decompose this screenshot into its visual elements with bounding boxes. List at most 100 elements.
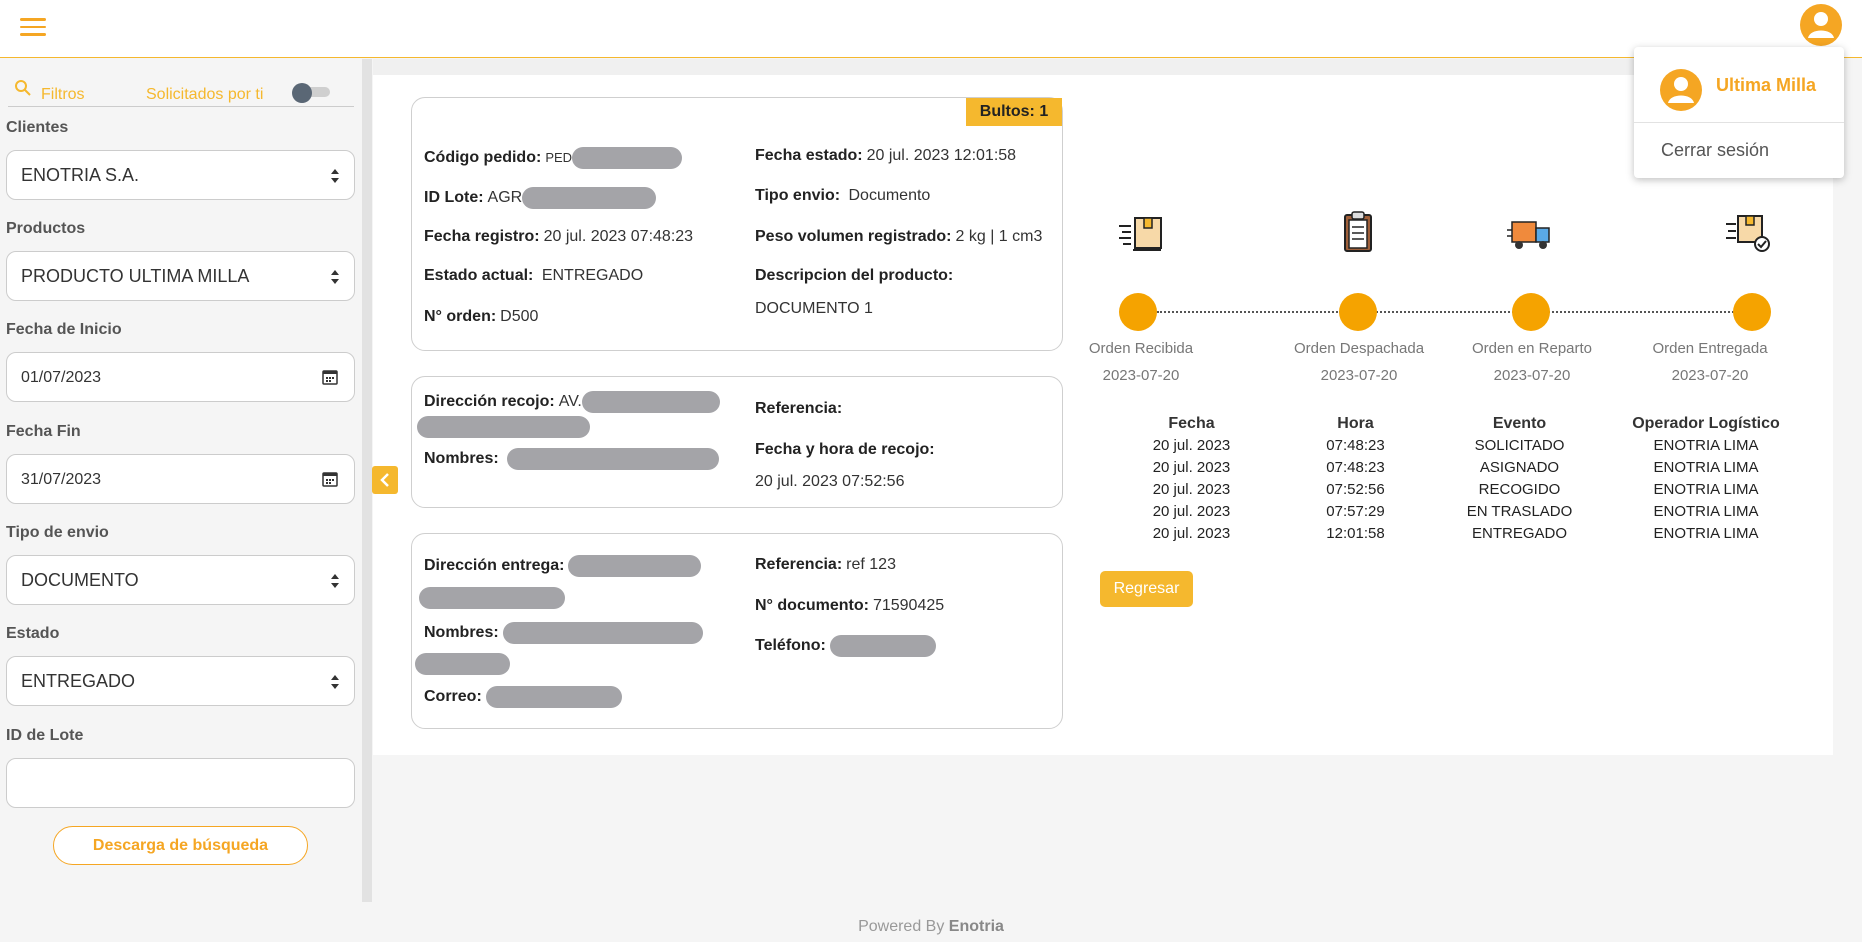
delivery-reference-row: Referencia: ref 123: [755, 556, 896, 574]
order-number-row: N° orden: D500: [424, 308, 538, 326]
delivery-phone-label: Teléfono:: [755, 637, 826, 655]
timeline-step-label: Orden Recibida: [1088, 340, 1194, 357]
products-select[interactable]: PRODUCTO ULTIMA MILLA: [6, 251, 355, 301]
clipboard-icon: [1344, 211, 1372, 252]
start-date-input[interactable]: 01/07/2023: [6, 352, 355, 402]
delivery-document-label: N° documento:: [755, 597, 869, 614]
timeline-step-date: 2023-07-20: [1102, 367, 1180, 384]
user-avatar-icon[interactable]: [1800, 4, 1842, 46]
weight-label: Peso volumen registrado:: [755, 228, 952, 245]
products-value: PRODUCTO ULTIMA MILLA: [21, 266, 250, 286]
cell-fecha: 20 jul. 2023: [1152, 525, 1231, 542]
cell-fecha: 20 jul. 2023: [1152, 437, 1231, 454]
timeline-step-label: Orden Despachada: [1293, 340, 1425, 357]
box-delivered-icon: [1726, 215, 1770, 252]
header-hora: Hora: [1337, 415, 1374, 432]
redacted: [572, 147, 683, 169]
pickup-address-row: Dirección recojo: AV.: [424, 391, 720, 413]
order-number-value: D500: [500, 308, 539, 325]
calendar-icon[interactable]: [322, 369, 338, 385]
cell-fecha: 20 jul. 2023: [1152, 481, 1231, 498]
weight-value: 2 kg | 1 cm3: [955, 228, 1043, 245]
timeline-step-label: Orden en Reparto: [1471, 340, 1593, 357]
user-avatar-icon: [1660, 69, 1702, 111]
requested-by-you-toggle[interactable]: [292, 83, 332, 103]
main-top-strip: [373, 59, 1833, 75]
weight-row: Peso volumen registrado: 2 kg | 1 cm3: [755, 228, 1042, 246]
order-number-label: N° orden:: [424, 308, 497, 325]
end-date-input[interactable]: 31/07/2023: [6, 454, 355, 504]
sidebar-scrollbar[interactable]: [362, 59, 372, 902]
cell-hora: 07:48:23: [1326, 437, 1385, 454]
timeline-step-dot: [1733, 293, 1771, 331]
redacted: [415, 653, 510, 675]
start-date-label: Fecha de Inicio: [6, 321, 122, 338]
batch-id-row: ID Lote: AGR: [424, 187, 657, 209]
header-evento: Evento: [1492, 415, 1547, 432]
redacted: [502, 622, 703, 644]
filter-sidebar: Filtros Solicitados por ti Clientes ENOT…: [0, 59, 362, 902]
footer: Powered By Enotria: [0, 918, 1862, 936]
filters-label: Filtros: [41, 86, 85, 103]
redacted: [581, 391, 720, 413]
back-button[interactable]: Regresar: [1100, 571, 1193, 607]
pickup-address-label: Dirección recojo:: [424, 393, 555, 411]
cell-evento: ASIGNADO: [1479, 459, 1560, 476]
cell-hora: 07:48:23: [1326, 459, 1385, 476]
redacted: [419, 587, 565, 609]
product-description-label: Descripcion del producto:: [755, 267, 954, 284]
logout-menu-item[interactable]: Cerrar sesión: [1661, 140, 1769, 161]
delivery-panel: Dirección entrega: Nombres: Correo: Refe…: [411, 533, 1063, 729]
cell-fecha: 20 jul. 2023: [1152, 503, 1231, 520]
delivery-document-row: N° documento: 71590425: [755, 597, 944, 615]
divider: [1634, 122, 1844, 123]
ship-type-label: Tipo de envio: [6, 524, 109, 541]
ship-type-row: Tipo envio: Documento: [755, 187, 930, 205]
delivery-phone-row: Teléfono:: [755, 635, 936, 657]
header-fecha: Fecha: [1168, 415, 1215, 432]
redacted: [417, 416, 590, 438]
delivery-document-value: 71590425: [872, 597, 945, 614]
batch-id-label: ID de Lote: [6, 727, 84, 744]
register-date-row: Fecha registro: 20 jul. 2023 07:48:23: [424, 228, 693, 246]
delivery-email-row: Correo:: [424, 686, 622, 708]
filter-header: Filtros Solicitados por ti: [8, 71, 354, 107]
status-label: Estado: [6, 625, 60, 642]
cell-operador: ENOTRIA LIMA: [1653, 437, 1759, 454]
product-description-row: Descripcion del producto:: [755, 267, 957, 285]
cell-evento: EN TRASLADO: [1466, 503, 1573, 520]
product-description-value: DOCUMENTO 1: [755, 300, 873, 317]
collapse-sidebar-button[interactable]: [372, 466, 398, 494]
user-menu-dropdown: Ultima Milla Cerrar sesión: [1634, 47, 1844, 178]
delivery-truck-icon: [1507, 221, 1550, 249]
clients-select[interactable]: ENOTRIA S.A.: [6, 150, 355, 200]
ship-type-detail-label: Tipo envio:: [755, 187, 841, 204]
ship-type-value: DOCUMENTO: [21, 570, 139, 590]
current-status-label: Estado actual:: [424, 267, 534, 284]
timeline-step-label: Orden Entregada: [1652, 340, 1768, 357]
delivery-names-row: Nombres:: [424, 622, 703, 644]
redacted: [829, 635, 936, 657]
redacted: [485, 686, 622, 708]
status-date-row: Fecha estado: 20 jul. 2023 12:01:58: [755, 147, 1016, 165]
status-date-value: 20 jul. 2023 12:01:58: [866, 147, 1017, 164]
order-code-row: Código pedido: PED: [424, 147, 683, 169]
cell-fecha: 20 jul. 2023: [1152, 459, 1231, 476]
batch-id-input[interactable]: [6, 758, 355, 808]
requested-by-you-label: Solicitados por ti: [146, 86, 264, 103]
pickup-reference-label: Referencia:: [755, 400, 843, 417]
redacted: [522, 187, 657, 209]
box-received-icon: [1119, 217, 1162, 251]
ship-type-select[interactable]: DOCUMENTO: [6, 555, 355, 605]
status-select[interactable]: ENTREGADO: [6, 656, 355, 706]
hamburger-icon[interactable]: [20, 18, 46, 38]
pickup-panel: Dirección recojo: AV. Nombres: Referencia…: [411, 376, 1063, 508]
footer-brand: Enotria: [948, 918, 1004, 935]
pickup-datetime-label: Fecha y hora de recojo:: [755, 441, 935, 458]
cell-operador: ENOTRIA LIMA: [1653, 525, 1759, 542]
top-bar: [0, 0, 1862, 58]
cell-evento: ENTREGADO: [1471, 525, 1567, 542]
download-search-button[interactable]: Descarga de búsqueda: [53, 826, 308, 865]
calendar-icon[interactable]: [322, 471, 338, 487]
delivery-names-label: Nombres:: [424, 624, 499, 642]
